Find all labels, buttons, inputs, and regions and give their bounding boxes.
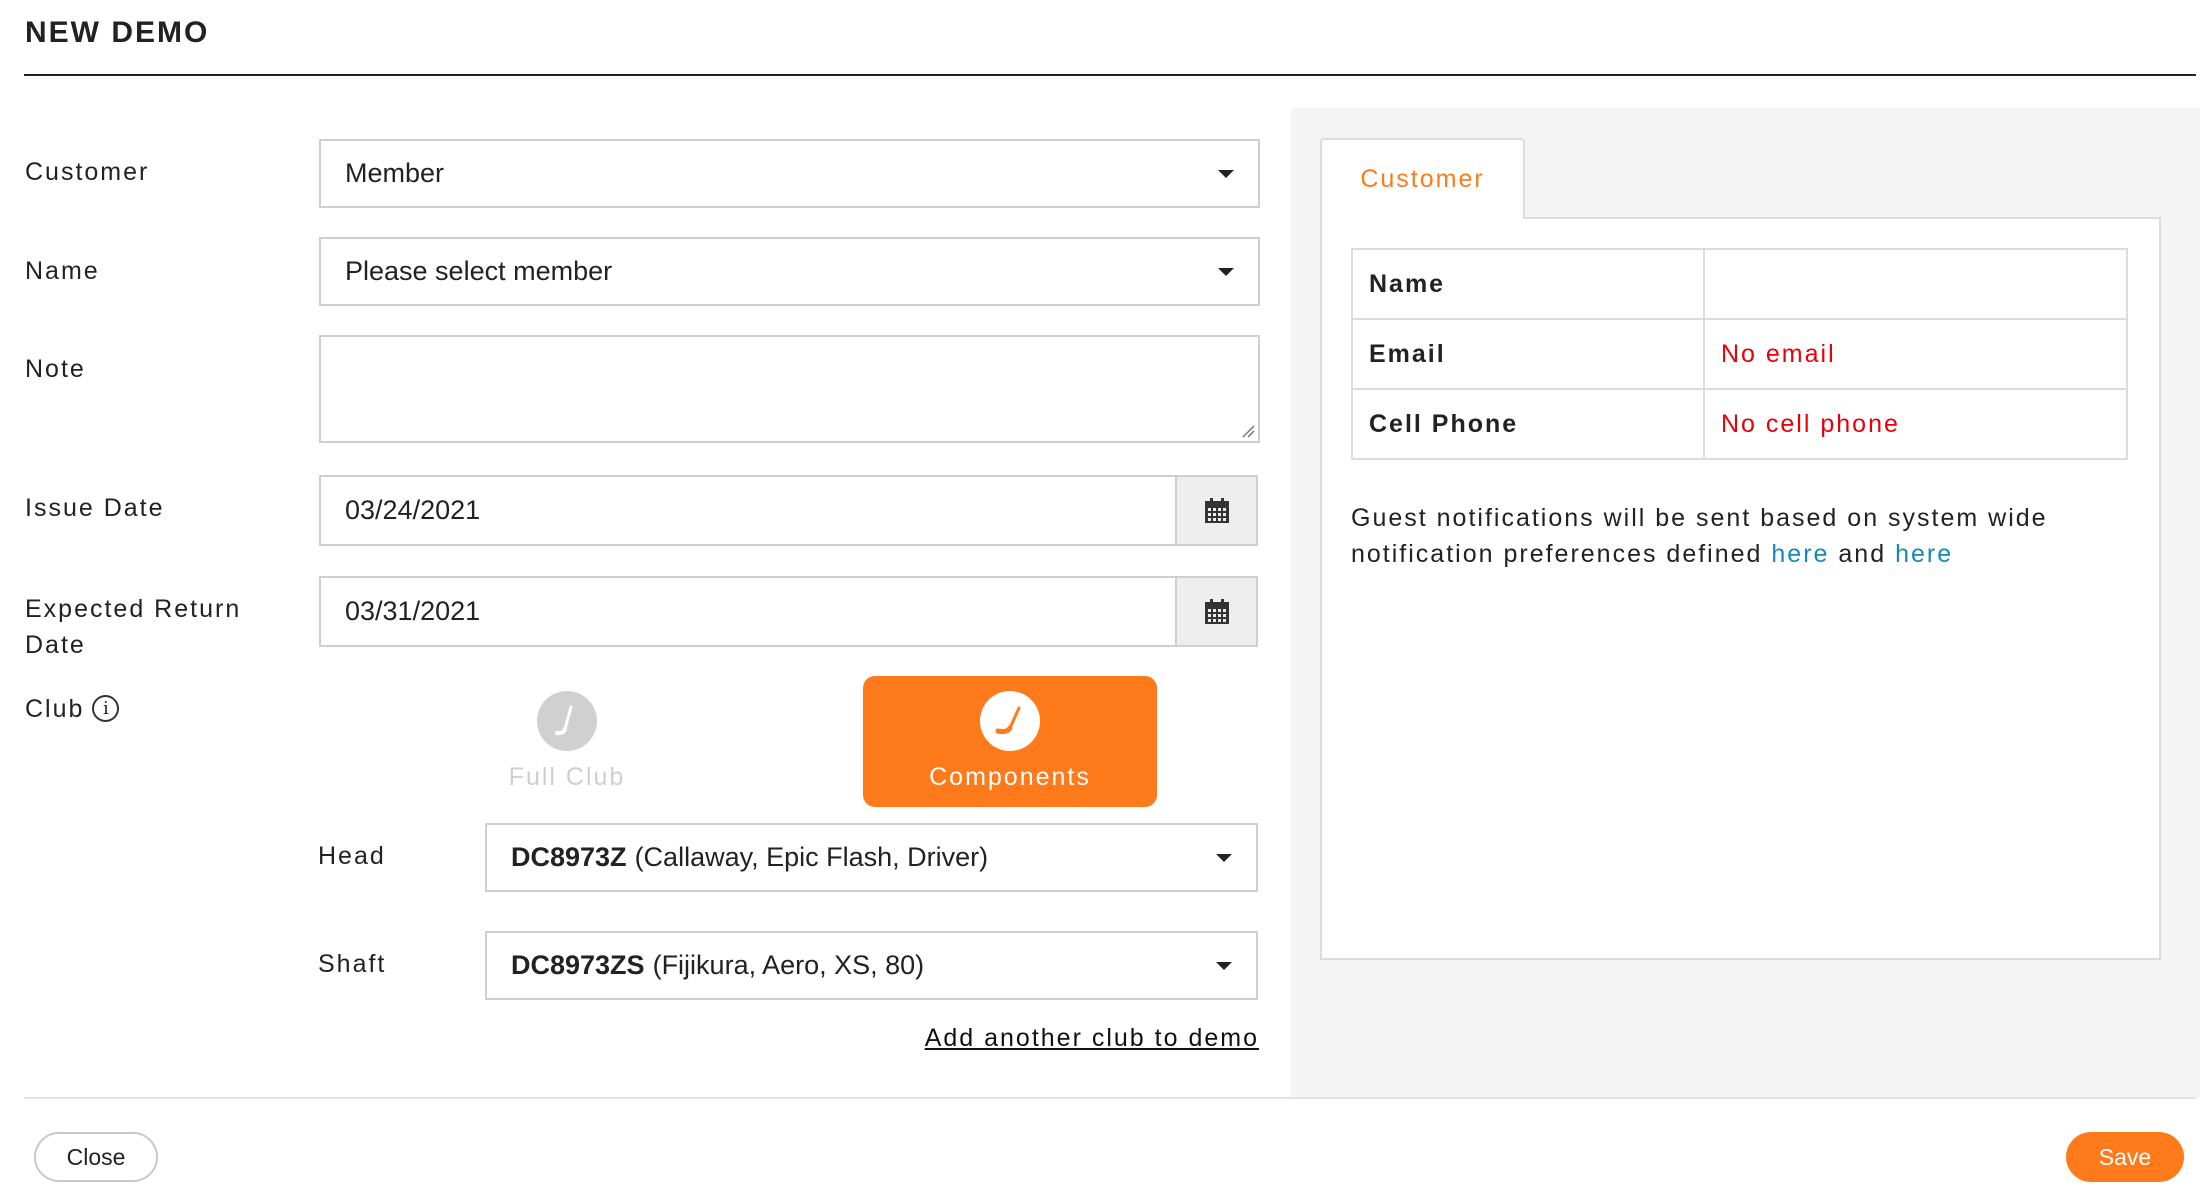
customer-info-table: Name Email No email Cell Phone No cell p… [1351,248,2128,460]
full-club-option[interactable]: Full Club [420,676,714,807]
issue-date-label: Issue Date [25,494,165,522]
golf-club-icon [537,691,597,751]
close-button[interactable]: Close [34,1132,158,1182]
head-code: DC8973Z [511,842,627,872]
full-club-label: Full Club [508,763,626,791]
note-textarea[interactable] [319,335,1260,443]
golf-club-icon [980,691,1040,751]
head-label: Head [318,842,386,870]
issue-date-field[interactable]: 03/24/2021 [319,475,1258,546]
expected-return-label-line2: Date [25,631,86,659]
resize-grip-icon[interactable] [1241,424,1255,438]
title-divider [24,74,2196,76]
expected-return-label: Expected Return Date [25,591,241,663]
expected-return-calendar-button[interactable] [1175,578,1256,645]
shaft-code: DC8973ZS [511,950,645,980]
calendar-icon [1204,598,1229,624]
save-button[interactable]: Save [2066,1132,2184,1182]
head-select[interactable]: DC8973Z (Callaway, Epic Flash, Driver) [485,823,1258,892]
club-label: Club [25,695,85,723]
chevron-down-icon [1218,169,1234,178]
components-option[interactable]: Components [863,676,1157,807]
chevron-down-icon [1218,267,1234,276]
club-label-row: Club i [25,691,120,727]
notification-note: Guest notifications will be sent based o… [1351,500,2131,572]
expected-return-label-line1: Expected Return [25,595,242,623]
member-name-value: Please select member [345,256,613,286]
shaft-select[interactable]: DC8973ZS (Fijikura, Aero, XS, 80) [485,931,1258,1000]
head-detail: (Callaway, Epic Flash, Driver) [634,842,989,872]
customer-type-select[interactable]: Member [319,139,1260,208]
chevron-down-icon [1216,961,1232,970]
email-value: No email [1703,318,2128,390]
expected-return-date-value[interactable]: 03/31/2021 [321,578,1175,645]
member-name-select[interactable]: Please select member [319,237,1260,306]
shaft-detail: (Fijikura, Aero, XS, 80) [652,950,925,980]
table-row: Email No email [1351,318,2128,390]
issue-date-value[interactable]: 03/24/2021 [321,477,1175,544]
modal-title: NEW DEMO [25,16,210,49]
issue-date-calendar-button[interactable] [1175,477,1256,544]
note-label: Note [25,355,86,383]
email-key: Email [1351,318,1705,390]
name-key: Name [1351,248,1705,320]
notification-link-2[interactable]: here [1895,540,1953,568]
cell-phone-key: Cell Phone [1351,388,1705,460]
name-label: Name [25,257,100,285]
customer-label: Customer [25,158,150,186]
calendar-icon [1204,497,1229,523]
notification-link-1[interactable]: here [1771,540,1829,568]
expected-return-date-field[interactable]: 03/31/2021 [319,576,1258,647]
customer-type-value: Member [345,158,445,188]
cell-phone-value: No cell phone [1703,388,2128,460]
footer-divider [24,1097,2196,1099]
shaft-label: Shaft [318,950,387,978]
name-value [1703,248,2128,320]
notification-and: and [1829,540,1896,568]
chevron-down-icon [1216,853,1232,862]
info-icon[interactable]: i [92,695,120,722]
components-label: Components [929,763,1091,791]
table-row: Name [1351,248,2128,320]
tab-customer[interactable]: Customer [1320,138,1525,219]
add-another-club-link[interactable]: Add another club to demo [925,1024,1259,1053]
table-row: Cell Phone No cell phone [1351,388,2128,460]
